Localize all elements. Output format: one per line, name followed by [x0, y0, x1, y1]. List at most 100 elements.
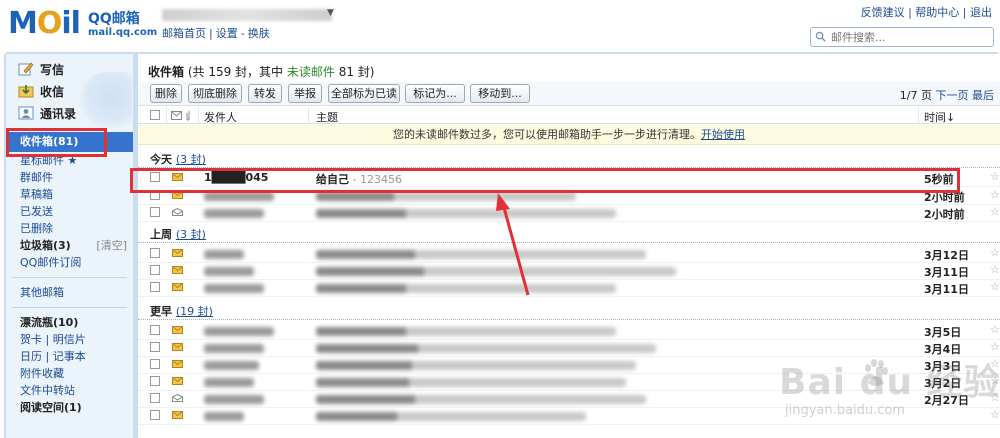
delete-forever-button[interactable]: 彻底删除 [188, 84, 242, 103]
mail-subject[interactable] [316, 375, 626, 388]
move-to-dropdown[interactable]: 移动到... [470, 84, 530, 103]
mail-subject[interactable] [316, 264, 676, 277]
mail-checkbox[interactable] [150, 282, 160, 292]
mail-checkbox[interactable] [150, 410, 160, 420]
star-icon[interactable]: ☆ [990, 205, 1000, 218]
app-drift-bottle[interactable]: 漂流瓶(10) [6, 314, 133, 331]
select-all-checkbox[interactable] [150, 110, 160, 120]
watermark-url: jingyan.baidu.com [785, 403, 905, 418]
mail-checkbox[interactable] [150, 393, 160, 403]
last-page-link[interactable]: 最后 [972, 89, 994, 102]
mail-subject[interactable] [316, 409, 586, 422]
mail-checkbox[interactable] [150, 376, 160, 386]
star-icon[interactable]: ☆ [990, 246, 1000, 259]
sender-column-header[interactable]: 发件人 [204, 109, 237, 125]
group-count-link[interactable]: (3 封) [176, 153, 206, 166]
app-file-transfer[interactable]: 文件中转站 [6, 382, 133, 399]
read-envelope-icon [172, 394, 183, 402]
subject-column-header[interactable]: 主题 [316, 109, 338, 125]
inbox-title-mid: (共 159 封，其中 [184, 65, 287, 79]
blurred-sender [204, 360, 259, 370]
baidu-paw-icon [865, 359, 888, 386]
mail-subject[interactable] [316, 206, 616, 219]
mail-row[interactable]: 3月11日 ☆ [138, 279, 1000, 296]
compose-button[interactable]: 写信 [18, 61, 64, 81]
report-button[interactable]: 举报 [288, 84, 322, 103]
mail-checkbox[interactable] [150, 325, 160, 335]
forward-button[interactable]: 转发 [248, 84, 282, 103]
mail-sender [204, 409, 244, 422]
mail-subject[interactable] [316, 324, 616, 337]
folder-deleted[interactable]: 已删除 [6, 220, 133, 237]
mail-checkbox[interactable] [150, 265, 160, 275]
folder-other-mailboxes[interactable]: 其他邮箱 [6, 284, 133, 301]
folder-subscriptions[interactable]: QQ邮件订阅 [6, 254, 133, 271]
blurred-subject [316, 360, 636, 370]
top-right-links[interactable]: 反馈建议 | 帮助中心 | 退出 [861, 4, 992, 20]
contacts-icon [18, 106, 34, 120]
mail-subject[interactable] [316, 341, 656, 354]
mail-checkbox[interactable] [150, 248, 160, 258]
pencil-icon [18, 62, 34, 76]
group-header-earlier: 更早 (19 封) [138, 303, 1000, 320]
mail-row[interactable]: 3月12日 ☆ [138, 245, 1000, 262]
mark-as-dropdown[interactable]: 标记为... [405, 84, 465, 103]
contacts-button[interactable]: 通讯录 [18, 105, 76, 125]
mail-subject[interactable] [316, 392, 646, 405]
mail-sender [204, 206, 264, 219]
app-cards[interactable]: 贺卡 | 明信片 [6, 331, 133, 348]
unread-link[interactable]: 未读邮件 [287, 65, 335, 79]
unread-envelope-icon [172, 411, 183, 419]
folder-spam[interactable]: 垃圾箱(3) [清空] [6, 237, 133, 254]
qq-mail-logo[interactable]: MOil QQ邮箱 mail.qq.com [8, 6, 157, 42]
star-icon[interactable]: ☆ [990, 323, 1000, 336]
next-page-link[interactable]: 下一页 [936, 89, 969, 102]
mail-row[interactable]: 3月5日 ☆ [138, 322, 1000, 339]
search-input[interactable] [831, 28, 991, 46]
star-icon[interactable]: ☆ [990, 263, 1000, 276]
mail-subject[interactable] [316, 247, 646, 260]
start-assistant-link[interactable]: 开始使用 [701, 128, 745, 141]
baidu-jingyan-watermark: Bai du 经验 jingyan.baidu.com [765, 345, 1000, 433]
app-attachments[interactable]: 附件收藏 [6, 365, 133, 382]
app-calendar[interactable]: 日历 | 记事本 [6, 348, 133, 365]
mail-subject[interactable] [316, 358, 636, 371]
empty-spam-link[interactable]: [清空] [96, 237, 127, 254]
group-header-today: 今天 (3 封) [138, 151, 1000, 168]
mail-sender [204, 247, 244, 260]
receive-button[interactable]: 收信 [18, 83, 64, 103]
mail-row[interactable]: 3月11日 ☆ [138, 262, 1000, 279]
group-count-link[interactable]: (19 封) [176, 305, 213, 318]
folder-drafts[interactable]: 草稿箱 [6, 186, 133, 203]
mail-checkbox[interactable] [150, 207, 160, 217]
unread-envelope-icon [172, 326, 183, 334]
time-column-header[interactable]: 时间↓ [924, 109, 955, 125]
mail-time: 3月5日 [924, 326, 962, 339]
mark-all-read-button[interactable]: 全部标为已读 [328, 84, 400, 103]
mail-subject[interactable] [316, 281, 616, 294]
link-settings[interactable]: 设置 [216, 27, 238, 40]
folder-sent[interactable]: 已发送 [6, 203, 133, 220]
mail-checkbox[interactable] [150, 359, 160, 369]
search-box[interactable] [810, 27, 994, 47]
star-icon[interactable]: ☆ [990, 170, 1000, 183]
row-divider [138, 221, 1000, 222]
account-caret-icon[interactable]: ▼ [327, 8, 334, 18]
app-reading-space[interactable]: 阅读空间(1) [6, 399, 133, 416]
cleanup-notice: 您的未读邮件数过多，您可以使用邮箱助手一步一步进行清理。开始使用 [138, 125, 1000, 145]
mail-checkbox[interactable] [150, 342, 160, 352]
group-count-link[interactable]: (3 封) [176, 228, 206, 241]
star-icon[interactable]: ☆ [990, 280, 1000, 293]
col-divider [166, 107, 167, 124]
mail-time: 3月12日 [924, 249, 969, 262]
link-mailbox-home[interactable]: 邮箱首页 [162, 27, 206, 40]
star-icon[interactable]: ☆ [990, 188, 1000, 201]
delete-button[interactable]: 删除 [150, 84, 182, 103]
account-name-blurred[interactable] [162, 9, 332, 21]
unread-envelope-icon [172, 343, 183, 351]
link-skin[interactable]: 换肤 [248, 27, 270, 40]
mail-row[interactable]: 2小时前 ☆ [138, 204, 1000, 221]
mail-toolbar: 删除 彻底删除 转发 举报 全部标为已读 标记为... 移动到... 1/7 页… [138, 82, 1000, 106]
blurred-subject [316, 283, 616, 293]
folder-group-mail[interactable]: 群邮件 [6, 169, 133, 186]
